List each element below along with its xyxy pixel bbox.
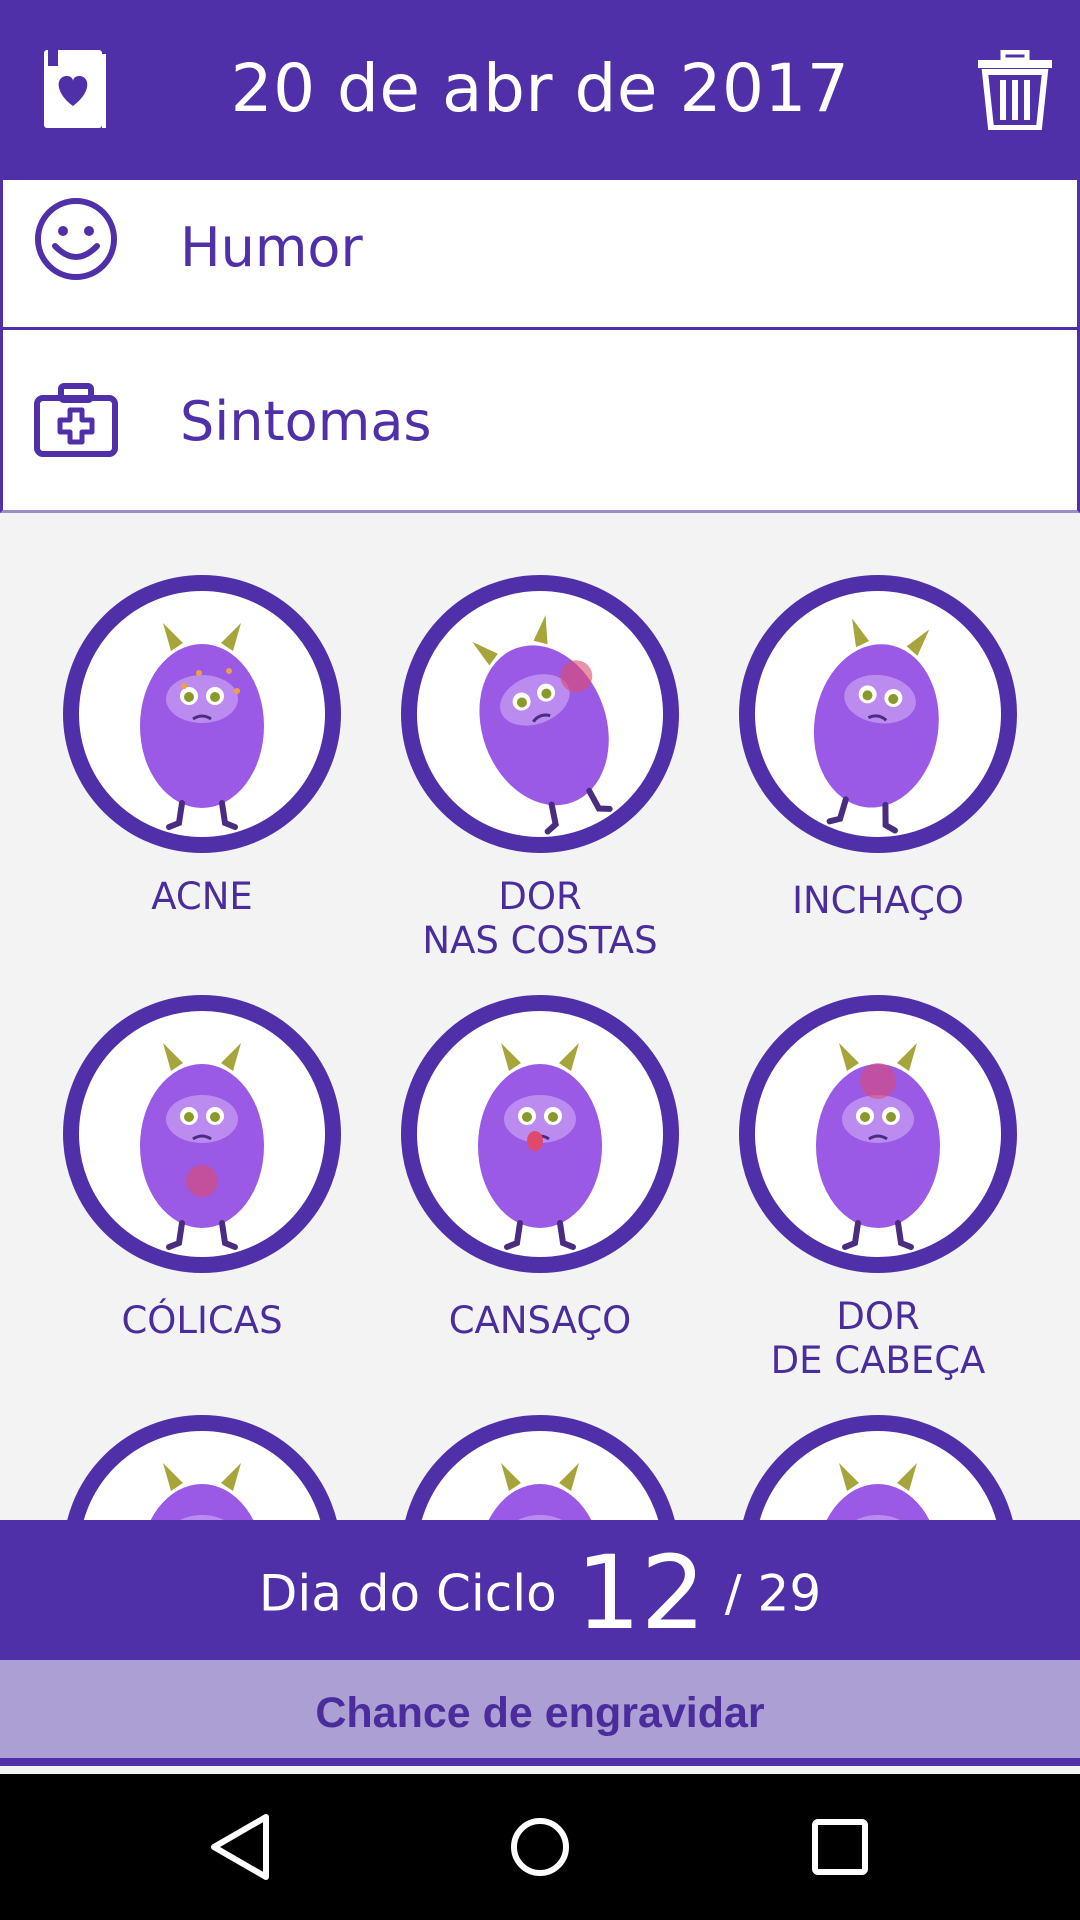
page-title: 20 de abr de 2017	[230, 50, 850, 127]
symptom-label: DOR DE CABEÇA	[770, 1295, 986, 1382]
cycle-day-number: 12	[575, 1534, 706, 1653]
humor-label: Humor	[180, 216, 363, 279]
monster-cramps-icon	[63, 995, 341, 1273]
sintomas-row[interactable]: Sintomas	[0, 330, 1080, 513]
system-nav-bar	[0, 1774, 1080, 1920]
monster-headache-icon	[739, 995, 1017, 1273]
monster-acne-icon	[63, 575, 341, 853]
first-aid-kit-icon	[33, 382, 119, 463]
home-circle-icon[interactable]	[460, 1774, 620, 1920]
symptom-item-8[interactable]	[395, 1415, 685, 1520]
symptom-colicas[interactable]: CÓLICAS	[57, 995, 347, 1343]
symptom-dor-nas-costas[interactable]: DOR NAS COSTAS	[395, 575, 685, 963]
app-bar: 20 de abr de 2017	[0, 0, 1080, 180]
symptom-label: DOR NAS COSTAS	[422, 875, 658, 962]
monster-tiredness-icon	[401, 995, 679, 1273]
symptom-label: CANSAÇO	[448, 1299, 632, 1342]
smiley-icon	[33, 196, 119, 287]
monster-dizzy-icon	[63, 1415, 341, 1520]
symptom-cansaco[interactable]: CANSAÇO	[395, 995, 685, 1343]
cycle-label: Dia do Ciclo	[258, 1564, 557, 1623]
cycle-total: / 29	[724, 1564, 822, 1623]
symptom-acne[interactable]: ACNE	[57, 575, 347, 919]
monster-bloating-icon	[739, 575, 1017, 853]
symptom-item-9[interactable]	[733, 1415, 1023, 1520]
back-triangle-icon[interactable]	[160, 1774, 320, 1920]
symptom-label: ACNE	[151, 875, 253, 918]
sintomas-label: Sintomas	[180, 390, 432, 453]
monster-icon	[739, 1415, 1017, 1520]
trash-icon[interactable]	[976, 49, 1054, 131]
recents-square-icon[interactable]	[760, 1774, 920, 1920]
monster-icon	[401, 1415, 679, 1520]
symptom-inchaco[interactable]: INCHAÇO	[733, 575, 1023, 923]
monster-back-pain-icon	[401, 575, 679, 853]
humor-row[interactable]: Humor	[0, 180, 1080, 330]
symptom-grid: ACNE DOR NAS COSTAS INCHAÇO CÓLICAS CANS…	[0, 513, 1080, 1520]
symptom-dizziness[interactable]	[57, 1415, 347, 1520]
symptom-label: INCHAÇO	[792, 879, 964, 922]
symptom-dor-de-cabeca[interactable]: DOR DE CABEÇA	[733, 995, 1023, 1383]
cycle-day-bar: Dia do Ciclo 12 / 29	[0, 1520, 1080, 1660]
symptom-label: CÓLICAS	[121, 1299, 283, 1342]
pregnancy-chance-button[interactable]: Chance de engravidar	[0, 1660, 1080, 1766]
